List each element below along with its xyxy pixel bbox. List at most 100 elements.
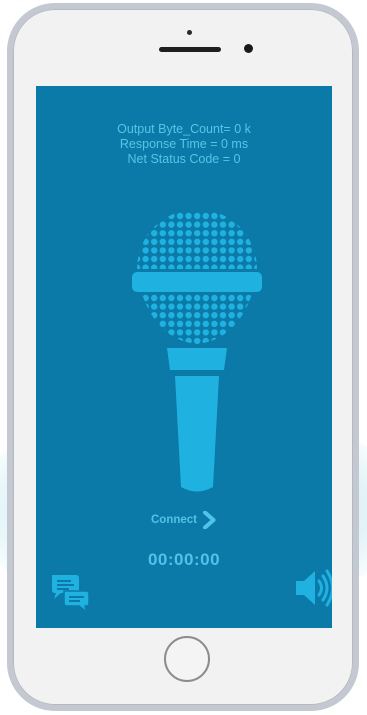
mic-grille-dot (237, 303, 244, 310)
mic-grille-dot (142, 230, 149, 237)
mic-grille-dot (159, 221, 166, 228)
mic-grille-dot (228, 312, 235, 319)
mic-grille-dot (211, 264, 218, 269)
mic-grille-dot (228, 212, 235, 220)
mic-grille-dot (202, 264, 210, 269)
mic-grille-dot (219, 320, 227, 327)
mic-grille-dot (237, 247, 244, 254)
mic-grille-dot (185, 303, 192, 310)
mic-grille-dot (151, 264, 158, 269)
mic-grille-dot (211, 212, 218, 220)
mic-grille-dot (202, 255, 209, 263)
mic-grille-dot (159, 320, 166, 327)
mic-grille-dot (194, 212, 201, 220)
mic-grille-dot (134, 312, 140, 318)
mic-grille-dot (194, 230, 201, 237)
mic-grille-dot (202, 247, 209, 254)
mic-grille-dot (254, 329, 260, 335)
mic-grille-dot (245, 264, 253, 269)
mic-grille-dot (151, 255, 158, 263)
mic-grille-dot (202, 312, 209, 319)
mic-grille-dot (185, 329, 192, 336)
mic-grille-dot (237, 337, 244, 344)
mic-grille-dot (185, 230, 192, 237)
mic-grille-dot (219, 303, 227, 310)
mic-grille-dot (245, 303, 252, 310)
mic-grille-dot (211, 320, 218, 327)
mic-grille-dot (142, 247, 149, 254)
mic-grille-dot (168, 312, 175, 319)
mic-grille-dot (202, 329, 209, 336)
mic-grille-dot (228, 230, 235, 237)
mic-grille-dot (185, 320, 192, 327)
mic-grille-dot (142, 212, 149, 220)
mic-grille-dot (219, 230, 227, 237)
mic-grille-dot (193, 264, 201, 269)
mic-grille-dot (211, 238, 218, 245)
mic-grille-dot (185, 247, 192, 254)
chat-bubbles-icon[interactable] (50, 572, 92, 614)
mic-grille-dot (211, 329, 218, 336)
connect-button[interactable]: Connect (36, 510, 332, 530)
speaker-volume-icon[interactable] (294, 566, 332, 610)
mic-grille-dot (159, 264, 166, 269)
mic-grille-dot (159, 312, 166, 319)
mic-grille-dot (254, 264, 257, 269)
mic-grille-dot (185, 337, 192, 344)
mic-grille-dot (168, 221, 175, 228)
mic-grille-dot (151, 294, 158, 302)
mic-grille-dot (194, 294, 201, 302)
mic-grille-dot (194, 312, 201, 319)
mic-grille-dot (159, 238, 166, 245)
mic-grille-dot (211, 312, 218, 319)
mic-grille-dot (185, 255, 192, 263)
mic-grille-dot (237, 264, 244, 269)
mic-grille-dot (168, 238, 175, 245)
mic-grille-dot (168, 329, 175, 336)
mic-grille-dot (211, 221, 218, 228)
mic-grille-dot (228, 337, 235, 344)
mic-grille-dot (176, 221, 184, 228)
mic-grille-dot (219, 264, 227, 269)
mic-grille-dot (228, 294, 235, 302)
mic-grille-dot (168, 337, 175, 344)
microphone-icon[interactable] (132, 212, 262, 502)
mic-grille-dot (142, 238, 149, 245)
mic-grille-dot (237, 255, 244, 263)
mic-grille-dot (254, 247, 257, 254)
mic-grille-dot (137, 247, 141, 254)
mic-grille-dot (228, 255, 235, 263)
mic-grille-dot (159, 230, 166, 237)
mic-grille-dot (137, 238, 141, 245)
mic-grille-dot (245, 212, 252, 220)
mic-grille-dot (176, 337, 184, 344)
mic-grille-dot (185, 312, 192, 319)
mic-grille-dot (137, 212, 141, 220)
mic-grille-dot (168, 264, 175, 269)
mic-grille-dot (245, 221, 252, 228)
mic-grille-dot (228, 238, 235, 245)
mic-grille-dot (254, 312, 260, 318)
mic-grille-dot (159, 247, 166, 254)
mic-grille-dot (168, 303, 175, 310)
mic-grille-dot (245, 320, 252, 327)
mic-grille-dot (211, 247, 218, 254)
mic-grille-dot (254, 255, 257, 263)
mic-grille-dot (245, 337, 252, 344)
mic-grille-dot (245, 230, 252, 237)
mic-grille-dot (211, 303, 218, 310)
mic-grille-dot (159, 303, 166, 310)
mic-grille-dot (219, 294, 227, 302)
mic-grille-dot (151, 320, 158, 327)
mic-grille-dot (202, 303, 209, 310)
mic-grille-dot (142, 255, 149, 263)
mic-grille-dot (245, 294, 252, 302)
mic-grille-dot (142, 329, 149, 336)
mic-grille-dot (219, 221, 227, 228)
home-button[interactable] (164, 636, 210, 682)
mic-grille-dot (176, 255, 184, 263)
mic-grille-dot (168, 230, 175, 237)
mic-grille-dot (219, 212, 227, 220)
mic-grille-dot (254, 238, 257, 245)
mic-grille-dot (202, 221, 209, 228)
